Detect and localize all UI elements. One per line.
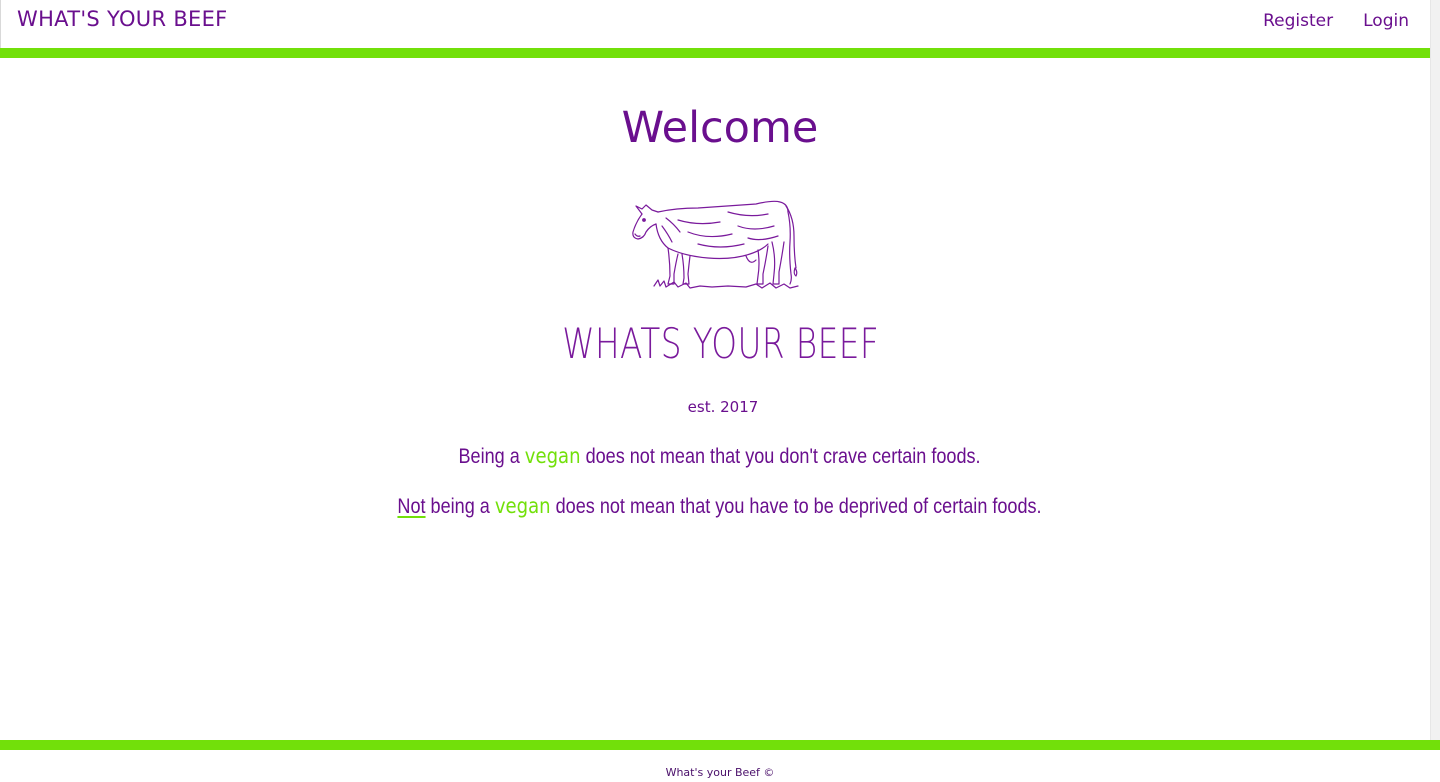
- tagline-1-after: does not mean that you don't crave certa…: [581, 445, 982, 468]
- register-link[interactable]: Register: [1263, 11, 1333, 31]
- bottom-accent-bar: [0, 740, 1440, 750]
- brand-link[interactable]: WHAT'S YOUR BEEF: [17, 7, 228, 31]
- vegan-highlight: vegan: [495, 494, 552, 518]
- top-navbar: WHAT'S YOUR BEEF Register Login: [0, 0, 1440, 48]
- tagline-2-after: does not mean that you have to be depriv…: [551, 495, 1043, 518]
- tagline-1: Being a vegan does not mean that you don…: [0, 444, 1440, 469]
- top-accent-bar: [0, 48, 1440, 58]
- tagline-2: Not being a vegan does not mean that you…: [0, 494, 1440, 519]
- nav-links: Register Login: [1263, 11, 1409, 31]
- tagline-2-before: being a: [426, 495, 496, 518]
- footer: What's your Beef ©: [0, 750, 1440, 782]
- tagline-1-before: Being a: [458, 445, 526, 468]
- vegan-highlight: vegan: [525, 444, 582, 468]
- login-link[interactable]: Login: [1363, 11, 1409, 31]
- not-underlined: Not: [397, 495, 427, 518]
- logo-title: WHATS YOUR BEEF: [562, 319, 880, 368]
- cow-illustration: [632, 200, 799, 289]
- welcome-heading: Welcome: [621, 103, 819, 153]
- established-text: est. 2017: [687, 398, 759, 416]
- footer-copyright: What's your Beef ©: [665, 766, 775, 779]
